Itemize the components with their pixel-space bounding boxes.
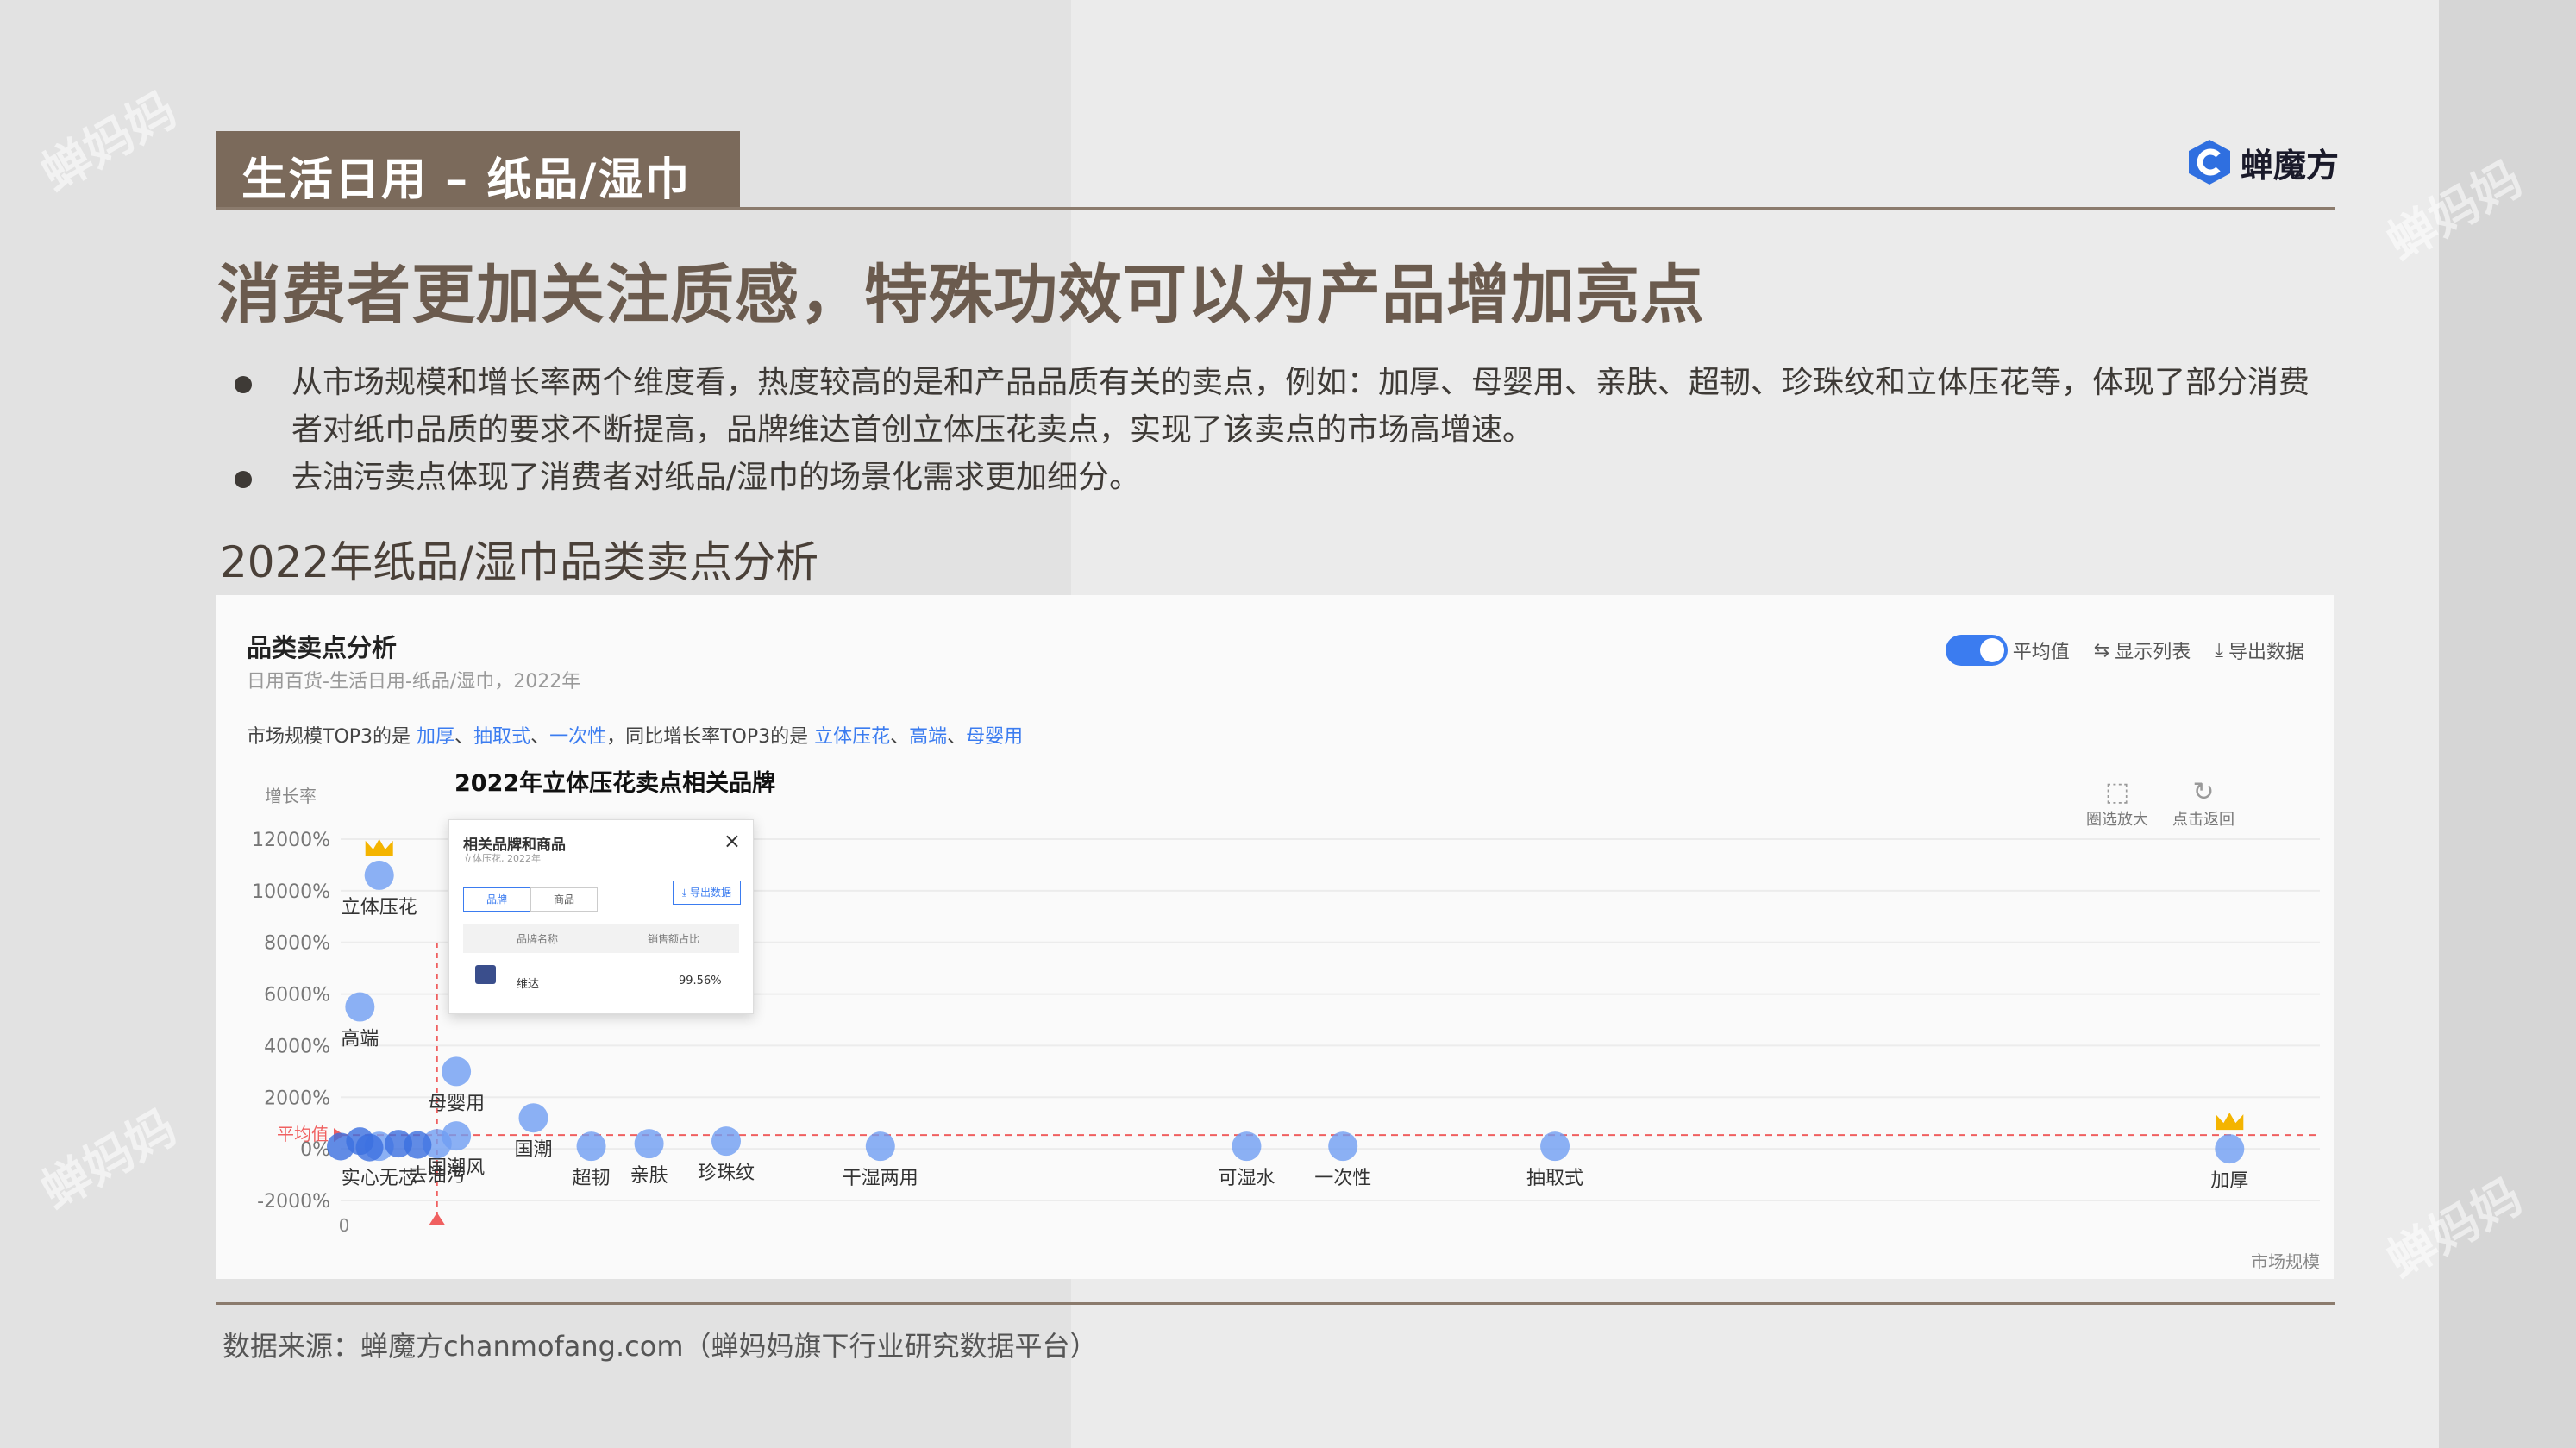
col-brand-name: 品牌名称 xyxy=(517,933,559,945)
data-point xyxy=(1328,1131,1358,1162)
footer-divider xyxy=(216,1302,2335,1305)
reset-view-button[interactable]: ↻ 点击返回 xyxy=(2165,778,2242,830)
popup-export-button[interactable]: ⤓ 导出数据 xyxy=(672,881,741,905)
data-point-label: 高端 xyxy=(341,1029,379,1050)
bullet-dot xyxy=(235,376,252,393)
chart-panel: 品类卖点分析 日用百货-生活日用-纸品/湿巾，2022年 平均值 ⇆ 显示列表 … xyxy=(216,595,2334,1279)
data-point-label: 加厚 xyxy=(2210,1170,2248,1192)
data-point-label: 珍珠纹 xyxy=(698,1163,755,1184)
data-point-label: 干湿两用 xyxy=(843,1168,918,1189)
bullet-item: 从市场规模和增长率两个维度看，热度较高的是和产品品质有关的卖点，例如：加厚、母婴… xyxy=(226,359,2330,454)
x-tick-label: 0 xyxy=(339,1215,350,1236)
brand-logo-text: 蝉魔方 xyxy=(2241,146,2340,185)
data-source: 数据来源：蝉魔方chanmofang.com（蝉妈妈旗下行业研究数据平台） xyxy=(223,1330,1098,1363)
data-point-label: 母婴用 xyxy=(428,1093,485,1114)
chart-annotation: 2022年立体压花卖点相关品牌 xyxy=(454,770,776,797)
data-point xyxy=(364,860,394,890)
bullet-text: 去油污卖点体现了消费者对纸品/湿巾的场景化需求更加细分。 xyxy=(291,460,1141,495)
y-tick-label: -2000% xyxy=(257,1191,330,1213)
reset-view-label: 点击返回 xyxy=(2172,811,2234,829)
col-sales-share[interactable]: 销售额占比 xyxy=(648,931,699,946)
row-sales-share: 99.56% xyxy=(679,975,722,987)
data-point xyxy=(865,1131,895,1162)
close-icon[interactable]: × xyxy=(724,829,741,853)
data-point xyxy=(518,1103,548,1133)
y-tick-label: 8000% xyxy=(264,933,330,955)
brand-logo: 蝉魔方 xyxy=(2185,135,2339,190)
zoom-select-icon: ⬚ xyxy=(2104,777,2130,807)
popup-table-header: 品牌名称 销售额占比 xyxy=(463,924,739,953)
popup-export-label: 导出数据 xyxy=(689,887,731,899)
zoom-select-label: 圈选放大 xyxy=(2086,811,2148,829)
related-brands-popup: 相关品牌和商品 立体压花, 2022年 × 品牌 商品 ⤓ 导出数据 品牌名称 … xyxy=(448,819,754,1014)
bullet-item: 去油污卖点体现了消费者对纸品/湿巾的场景化需求更加细分。 xyxy=(226,454,2330,501)
data-point-cluster xyxy=(355,1133,384,1162)
y-tick-label: 12000% xyxy=(252,830,330,851)
data-point-label: 抽取式 xyxy=(1526,1168,1583,1189)
data-point xyxy=(634,1129,664,1159)
bullet-list: 从市场规模和增长率两个维度看，热度较高的是和产品品质有关的卖点，例如：加厚、母婴… xyxy=(226,359,2330,501)
average-label: 平均值 xyxy=(277,1124,329,1144)
popup-subtitle: 立体压花, 2022年 xyxy=(463,853,541,864)
y-tick-label: 6000% xyxy=(264,985,330,1006)
y-tick-label: 10000% xyxy=(252,881,330,903)
slide: 蝉妈妈 蝉妈妈 蝉妈妈 蝉妈妈 生活日用 – 纸品/湿巾 蝉魔方 消费者更加关注… xyxy=(0,0,2576,1448)
data-point xyxy=(2215,1134,2245,1164)
data-point-cluster xyxy=(404,1131,432,1159)
data-point xyxy=(1540,1131,1570,1162)
chart-section-heading: 2022年纸品/湿巾品类卖点分析 xyxy=(220,537,819,587)
top-divider xyxy=(216,207,2335,210)
data-point xyxy=(576,1131,606,1162)
bullet-dot xyxy=(235,471,252,488)
data-point-label: 亲肤 xyxy=(630,1165,668,1187)
zoom-select-button[interactable]: ⬚ 圈选放大 xyxy=(2078,778,2156,830)
brand-logo-icon xyxy=(2189,140,2230,185)
selection-guide-marker xyxy=(429,1213,445,1225)
x-axis-label: 市场规模 xyxy=(2251,1251,2320,1272)
row-brand-name: 维达 xyxy=(517,978,540,991)
data-point-label: 超韧 xyxy=(573,1168,611,1189)
data-point-label: 实心无芯 xyxy=(342,1168,417,1189)
data-point-label: 立体压花 xyxy=(342,897,417,918)
section-tag: 生活日用 – 纸品/湿巾 xyxy=(216,131,740,209)
data-point xyxy=(711,1126,741,1157)
crown-icon xyxy=(365,838,393,856)
popup-tabs: 品牌 商品 xyxy=(463,887,598,912)
popup-table-row[interactable]: 维达 99.56% xyxy=(463,967,739,996)
y-tick-label: 4000% xyxy=(264,1036,330,1057)
data-point xyxy=(1232,1131,1262,1162)
tab-product[interactable]: 商品 xyxy=(530,887,598,912)
data-point-label: 国潮 xyxy=(514,1139,552,1161)
data-point-label: 一次性 xyxy=(1314,1168,1371,1189)
section-tag-label: 生活日用 – 纸品/湿巾 xyxy=(241,154,692,206)
tab-brand[interactable]: 品牌 xyxy=(463,887,530,912)
data-point-label: 可湿水 xyxy=(1218,1168,1275,1189)
refresh-icon: ↻ xyxy=(2192,777,2215,807)
headline: 消费者更加关注质感，特殊功效可以为产品增加亮点 xyxy=(217,258,1705,332)
y-axis-label: 增长率 xyxy=(265,786,317,806)
bullet-text: 从市场规模和增长率两个维度看，热度较高的是和产品品质有关的卖点，例如：加厚、母婴… xyxy=(291,365,2310,448)
data-point xyxy=(442,1056,472,1087)
crown-icon xyxy=(2216,1113,2244,1131)
y-tick-label: 2000% xyxy=(264,1088,330,1109)
data-point xyxy=(345,992,375,1022)
